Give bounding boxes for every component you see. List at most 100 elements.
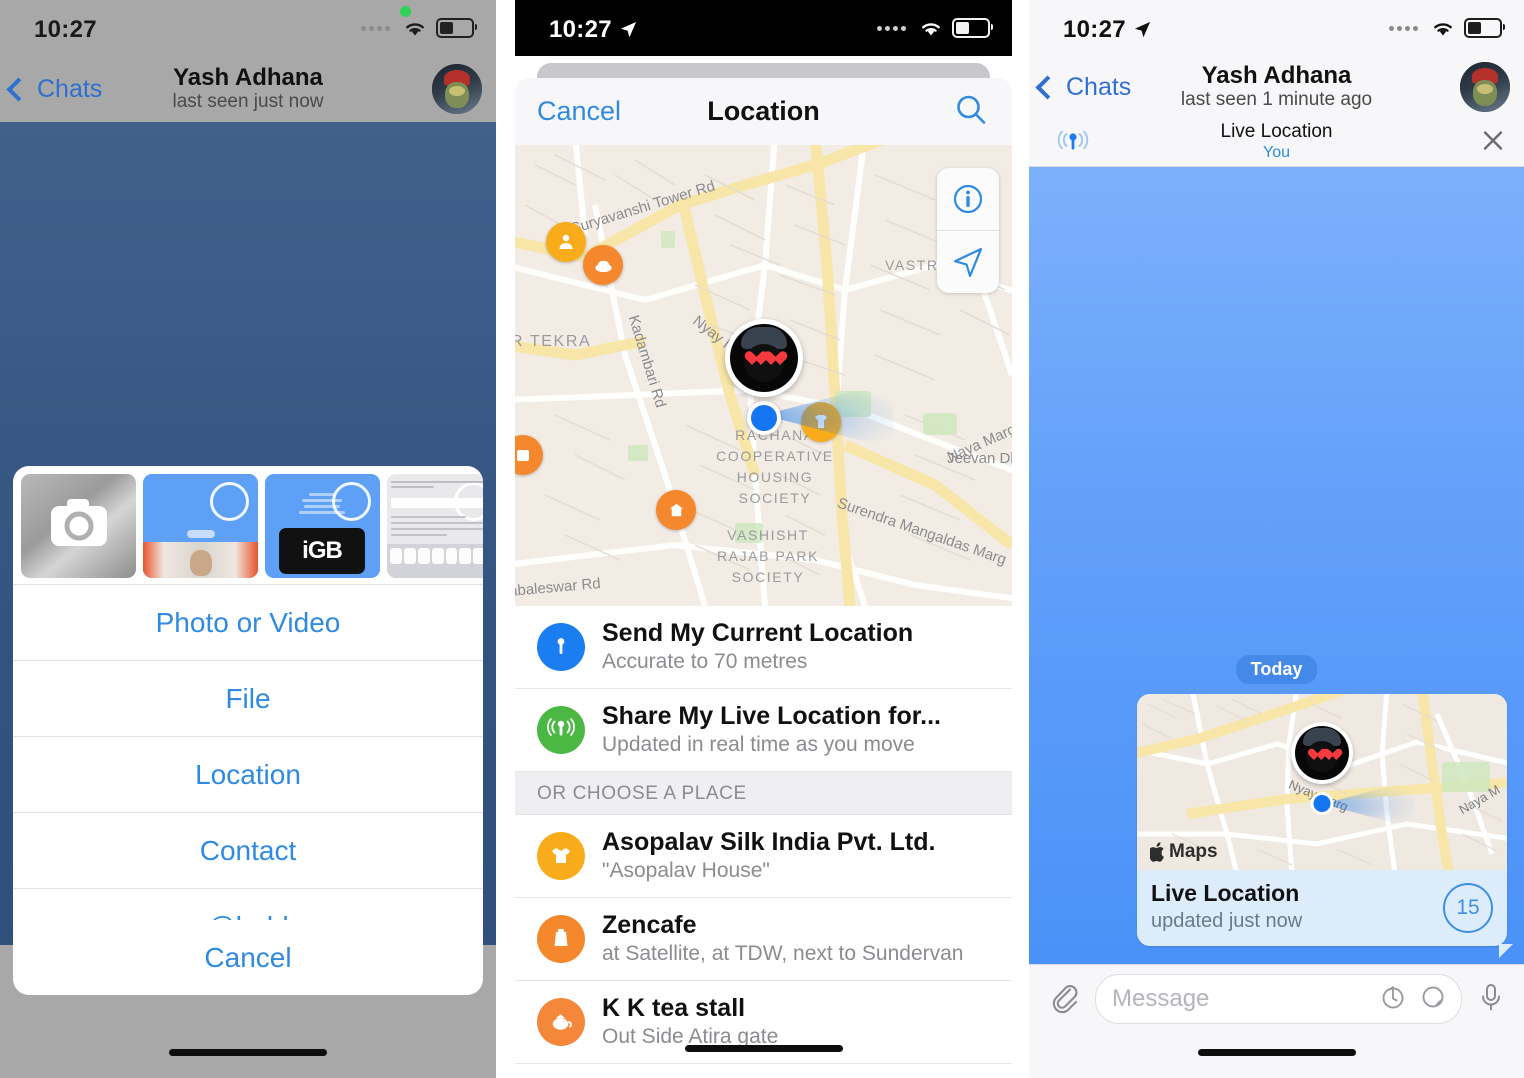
timer-icon[interactable] <box>1379 983 1407 1016</box>
sheet-option-photo-or-video[interactable]: Photo or Video <box>13 584 483 660</box>
date-separator: Today <box>1235 655 1318 684</box>
wifi-icon <box>402 19 428 38</box>
live-location-banner[interactable]: Live Location You <box>1029 119 1524 167</box>
row-subtitle: "Asopalav House" <box>602 858 770 882</box>
panel-live-location-chat: 10:27 Chats Yash Adhana last seen 1 minu… <box>1029 0 1524 1078</box>
battery-icon <box>952 18 993 38</box>
battery-icon <box>1464 18 1505 38</box>
place-row-asopalav[interactable]: Asopalav Silk India Pvt. Ltd. "Asopalav … <box>515 815 1012 899</box>
live-location-message-bubble[interactable]: Nyay Marg Naya M Maps <box>1137 694 1507 946</box>
photo-thumb-3[interactable] <box>387 474 483 578</box>
navigation-arrow-icon <box>953 247 983 278</box>
contact-avatar[interactable] <box>1460 62 1510 112</box>
map-controls <box>937 168 999 293</box>
home-indicator <box>1197 1049 1356 1056</box>
search-button[interactable] <box>954 92 988 131</box>
bubble-tail <box>1499 944 1513 958</box>
live-broadcast-icon <box>537 706 585 755</box>
row-title: Send My Current Location <box>602 619 914 647</box>
location-arrow-icon <box>619 18 638 46</box>
place-row-cinepolis[interactable]: Cinepolis Alpha One Mall <box>515 1064 1012 1078</box>
info-button[interactable] <box>937 168 999 230</box>
sticker-icon[interactable] <box>1419 983 1447 1016</box>
search-icon <box>957 95 986 124</box>
chat-navigation-bar: Chats Yash Adhana last seen 1 minute ago <box>1029 56 1524 120</box>
close-icon <box>1483 130 1503 150</box>
send-current-location-row[interactable]: Send My Current Location Accurate to 70 … <box>515 606 1012 690</box>
row-title: Zencafe <box>602 911 697 940</box>
back-label: Chats <box>37 74 103 103</box>
signal-dots-icon <box>1389 25 1418 31</box>
message-input[interactable]: Message <box>1095 974 1462 1024</box>
microphone-icon[interactable] <box>1476 981 1506 1018</box>
row-subtitle: Accurate to 70 metres <box>602 649 808 673</box>
wifi-icon <box>918 19 944 38</box>
location-title: Location <box>707 96 820 126</box>
map-place-label: R TEKRA <box>515 333 592 350</box>
battery-icon <box>436 18 477 38</box>
place-row-zencafe[interactable]: Zencafe at Satellite, at TDW, next to Su… <box>515 898 1012 982</box>
map-poi-marker[interactable] <box>546 222 586 262</box>
location-modal: Cancel Location Suryavanshi Tower Rd Nya… <box>515 78 1012 1078</box>
message-footer: Live Location updated just now 15 <box>1137 870 1507 946</box>
current-location-dot <box>746 401 781 435</box>
back-to-chats-button[interactable]: Chats <box>1035 73 1131 102</box>
coffee-pot-icon <box>537 915 585 964</box>
map-poi-marker[interactable] <box>656 490 696 530</box>
igb-logo: iGB <box>279 528 365 574</box>
photo-thumb-2[interactable]: iGB <box>265 474 380 578</box>
paperclip-icon[interactable] <box>1047 980 1081 1019</box>
chevron-left-icon <box>1035 75 1060 100</box>
sheet-option-contact[interactable]: Contact <box>13 812 483 888</box>
chevron-left-icon <box>6 76 31 102</box>
recording-indicator-dot <box>400 6 411 17</box>
row-title: Share My Live Location for... <box>602 702 941 731</box>
row-title: Asopalav Silk India Pvt. Ltd. <box>602 828 936 857</box>
user-memoji-pin[interactable] <box>724 319 803 397</box>
signal-dots-icon <box>361 25 390 31</box>
photo-thumb-1[interactable] <box>143 474 258 578</box>
apple-maps-attribution: Maps <box>1150 841 1218 863</box>
signal-dots-icon <box>877 25 906 31</box>
camera-thumb[interactable] <box>21 474 136 578</box>
status-time: 10:27 <box>1063 16 1152 44</box>
live-broadcast-icon <box>1049 128 1097 158</box>
shirt-icon <box>537 832 585 881</box>
message-map-preview[interactable]: Nyay Marg Naya M Maps <box>1137 694 1507 870</box>
live-banner-subtitle: You <box>1263 144 1290 162</box>
sheet-cancel-button[interactable]: Cancel <box>13 920 483 995</box>
chat-navigation-bar: Chats Yash Adhana last seen just now <box>0 56 496 122</box>
map-view[interactable]: Suryavanshi Tower Rd Nyay Marg Kadambari… <box>515 145 1012 606</box>
location-pin-icon <box>537 623 585 672</box>
status-time: 10:27 <box>549 16 638 44</box>
message-subtitle: updated just now <box>1151 909 1303 932</box>
map-place-label: VASHISHT RAJAB PARK SOCIETY <box>716 527 820 585</box>
row-title: K K tea stall <box>602 994 746 1023</box>
contact-avatar[interactable] <box>432 64 482 114</box>
message-placeholder: Message <box>1112 985 1210 1012</box>
close-live-banner-button[interactable] <box>1480 127 1506 158</box>
live-banner-title: Live Location <box>1220 121 1333 143</box>
home-indicator <box>684 1045 843 1052</box>
locate-button[interactable] <box>937 231 999 293</box>
sheet-option-location[interactable]: Location <box>13 736 483 812</box>
map-poi-marker[interactable] <box>583 245 623 285</box>
camera-icon <box>50 499 107 546</box>
back-to-chats-button[interactable]: Chats <box>6 74 103 104</box>
sheet-option-file[interactable]: File <box>13 660 483 736</box>
status-bar-panel3: 10:27 <box>1029 0 1524 56</box>
home-indicator <box>169 1049 327 1056</box>
panel-location-picker: 10:27 Cancel Location Suryavanshi Tower … <box>515 0 1012 1078</box>
select-circle-icon[interactable] <box>210 482 249 521</box>
message-title: Live Location <box>1151 880 1300 906</box>
info-icon <box>953 184 983 214</box>
teapot-icon <box>537 998 585 1047</box>
section-header-choose-place: OR CHOOSE A PLACE <box>515 772 1012 816</box>
share-live-location-row[interactable]: Share My Live Location for... Updated in… <box>515 689 1012 773</box>
row-subtitle: Updated in real time as you move <box>602 732 915 756</box>
map-street-label: Jeevan Dh <box>947 450 1012 467</box>
status-bar-panel2: 10:27 <box>515 0 1012 56</box>
panel-chat-attachment-sheet: 10:27 Chats Yash Adhana last seen just n… <box>0 0 496 1078</box>
status-bar-panel1: 10:27 <box>0 0 496 56</box>
media-thumbnail-strip[interactable]: iGB <box>13 466 483 584</box>
